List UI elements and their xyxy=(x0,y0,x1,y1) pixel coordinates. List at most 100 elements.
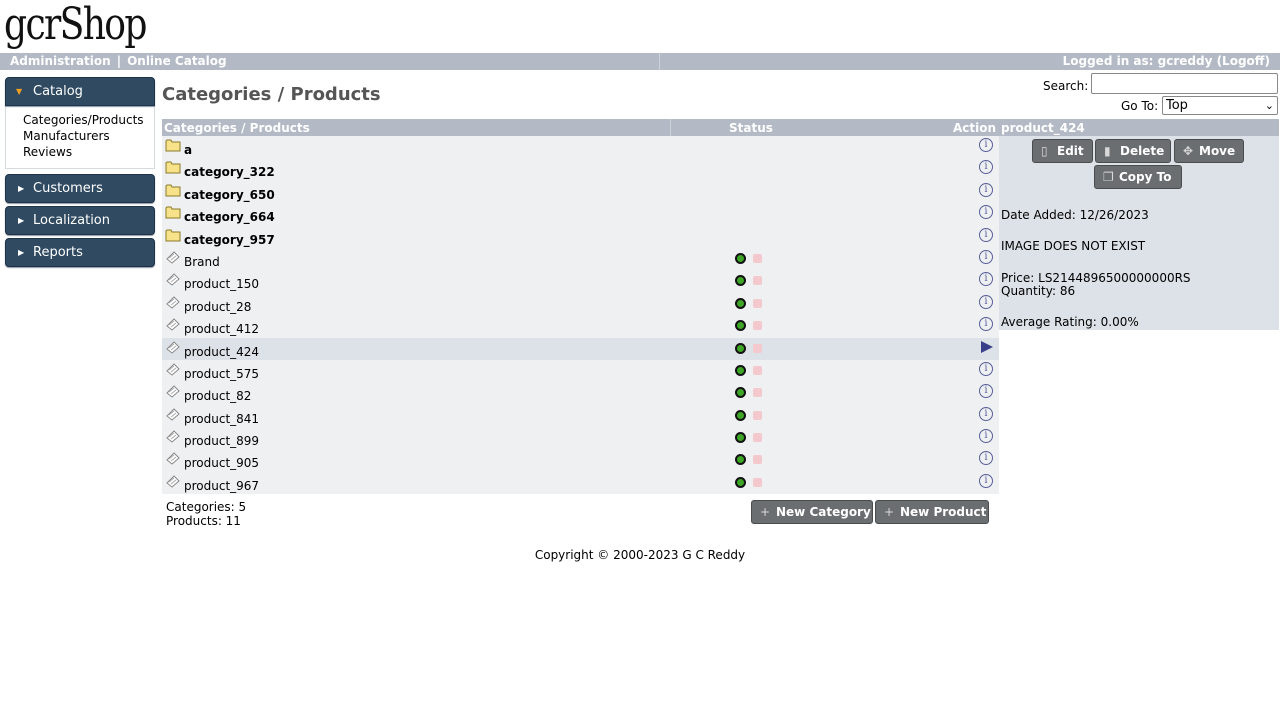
product-name[interactable]: Brand xyxy=(184,255,220,269)
goto-select[interactable]: Top ⌄ xyxy=(1162,96,1278,115)
product-name[interactable]: product_905 xyxy=(184,456,259,470)
folder-icon[interactable] xyxy=(165,205,181,219)
submenu-manufacturers[interactable]: Manufacturers xyxy=(23,128,154,144)
status-inactive-icon[interactable] xyxy=(753,253,762,263)
status-inactive-icon[interactable] xyxy=(753,276,762,286)
trash-icon: ▮ xyxy=(1104,144,1111,158)
info-icon[interactable]: i xyxy=(979,138,993,152)
product-icon[interactable] xyxy=(165,451,181,466)
status-inactive-icon[interactable] xyxy=(753,410,762,420)
info-icon[interactable]: i xyxy=(979,227,993,242)
folder-icon[interactable] xyxy=(165,138,181,152)
category-row[interactable]: ai xyxy=(162,136,999,158)
product-row[interactable]: product_424 xyxy=(162,337,999,360)
info-icon[interactable]: i xyxy=(979,473,993,488)
info-icon[interactable]: i xyxy=(979,205,993,220)
sidebar-item-localization[interactable]: ▶ Localization xyxy=(5,206,155,235)
info-icon[interactable]: i xyxy=(979,294,993,309)
sidebar-item-reports[interactable]: ▶ Reports xyxy=(5,238,155,267)
status-inactive-icon[interactable] xyxy=(753,298,762,308)
edit-button[interactable]: ▯ Edit xyxy=(1032,139,1093,163)
category-name[interactable]: category_650 xyxy=(184,188,275,202)
category-row[interactable]: category_650 i xyxy=(162,181,999,203)
submenu-reviews[interactable]: Reviews xyxy=(23,144,154,160)
category-row[interactable]: category_664 i xyxy=(162,203,999,225)
status-inactive-icon[interactable] xyxy=(753,365,762,375)
category-row[interactable]: category_322 i xyxy=(162,158,999,180)
online-catalog-link[interactable]: Online Catalog xyxy=(127,54,227,68)
new-product-button[interactable]: + New Product xyxy=(875,500,989,524)
submenu-categories-products[interactable]: Categories/Products xyxy=(23,112,154,128)
status-inactive-icon[interactable] xyxy=(753,388,762,398)
status-active-icon xyxy=(735,364,746,376)
info-icon[interactable]: i xyxy=(979,429,993,444)
status-active-icon xyxy=(735,320,746,332)
category-row[interactable]: category_957 i xyxy=(162,226,999,248)
product-row[interactable]: Brand i xyxy=(162,248,999,270)
product-icon[interactable] xyxy=(165,362,181,376)
info-icon[interactable]: i xyxy=(979,384,993,399)
status-inactive-icon[interactable] xyxy=(753,477,762,487)
product-icon[interactable] xyxy=(165,250,181,264)
product-row[interactable]: product_899 i xyxy=(162,427,999,449)
folder-icon[interactable] xyxy=(165,183,181,197)
button-label: Delete xyxy=(1120,144,1165,158)
info-icon[interactable]: i xyxy=(979,182,993,197)
info-icon[interactable]: i xyxy=(979,361,993,376)
chevron-down-icon: ▼ xyxy=(16,87,23,96)
info-icon[interactable]: i xyxy=(979,272,993,287)
logged-in-status[interactable]: Logged in as: gcreddy (Logoff) xyxy=(1063,54,1270,68)
product-row[interactable]: product_412 i xyxy=(162,315,999,337)
sidebar-item-label: Localization xyxy=(33,213,110,228)
product-icon[interactable] xyxy=(165,295,181,309)
search-input[interactable] xyxy=(1091,73,1278,94)
product-icon[interactable] xyxy=(165,474,181,488)
product-name[interactable]: product_28 xyxy=(184,300,251,314)
product-name[interactable]: product_424 xyxy=(184,345,259,359)
product-row[interactable]: product_841 i xyxy=(162,405,999,427)
category-name[interactable]: a xyxy=(184,143,192,157)
sidebar-item-catalog[interactable]: ▼ Catalog xyxy=(5,77,155,106)
status-inactive-icon[interactable] xyxy=(753,455,762,465)
info-icon[interactable]: i xyxy=(979,249,993,264)
delete-button[interactable]: ▮ Delete xyxy=(1095,139,1171,163)
product-icon[interactable] xyxy=(165,317,181,331)
product-icon[interactable] xyxy=(165,429,181,443)
administration-link[interactable]: Administration xyxy=(10,54,111,68)
info-icon[interactable]: i xyxy=(979,451,993,466)
status-inactive-icon[interactable] xyxy=(753,321,762,331)
product-row[interactable]: product_905 i xyxy=(162,449,999,471)
product-name[interactable]: product_82 xyxy=(184,389,251,403)
product-name[interactable]: product_967 xyxy=(184,479,259,493)
category-name[interactable]: category_957 xyxy=(184,233,275,247)
category-name[interactable]: category_664 xyxy=(184,210,275,224)
product-name[interactable]: product_150 xyxy=(184,277,259,291)
status-inactive-icon[interactable] xyxy=(753,343,762,353)
copy-to-button[interactable]: ❐ Copy To xyxy=(1094,165,1182,189)
new-category-button[interactable]: + New Category xyxy=(751,500,873,524)
move-button[interactable]: ✥ Move xyxy=(1174,139,1244,163)
product-name[interactable]: product_412 xyxy=(184,322,259,336)
sidebar-item-customers[interactable]: ▶ Customers xyxy=(5,174,155,203)
status-inactive-icon[interactable] xyxy=(753,433,762,443)
product-row[interactable]: product_28 i xyxy=(162,293,999,315)
product-row[interactable]: product_150 i xyxy=(162,270,999,292)
info-icon[interactable]: i xyxy=(979,160,993,175)
category-name[interactable]: category_322 xyxy=(184,165,275,179)
product-icon[interactable] xyxy=(165,384,181,398)
status-active-icon xyxy=(735,342,746,354)
product-name[interactable]: product_899 xyxy=(184,434,259,448)
product-row[interactable]: product_575 i xyxy=(162,360,999,382)
product-icon[interactable] xyxy=(165,407,181,421)
product-icon[interactable] xyxy=(165,340,181,354)
shop-logo: gcrShop xyxy=(4,0,147,50)
product-row[interactable]: product_967 i xyxy=(162,472,999,494)
folder-icon[interactable] xyxy=(165,228,181,242)
product-row[interactable]: product_82 i xyxy=(162,382,999,404)
product-name[interactable]: product_575 xyxy=(184,367,259,381)
product-name[interactable]: product_841 xyxy=(184,412,259,426)
info-icon[interactable]: i xyxy=(979,406,993,421)
info-icon[interactable]: i xyxy=(979,317,993,332)
folder-icon[interactable] xyxy=(165,160,181,174)
product-icon[interactable] xyxy=(165,272,181,286)
